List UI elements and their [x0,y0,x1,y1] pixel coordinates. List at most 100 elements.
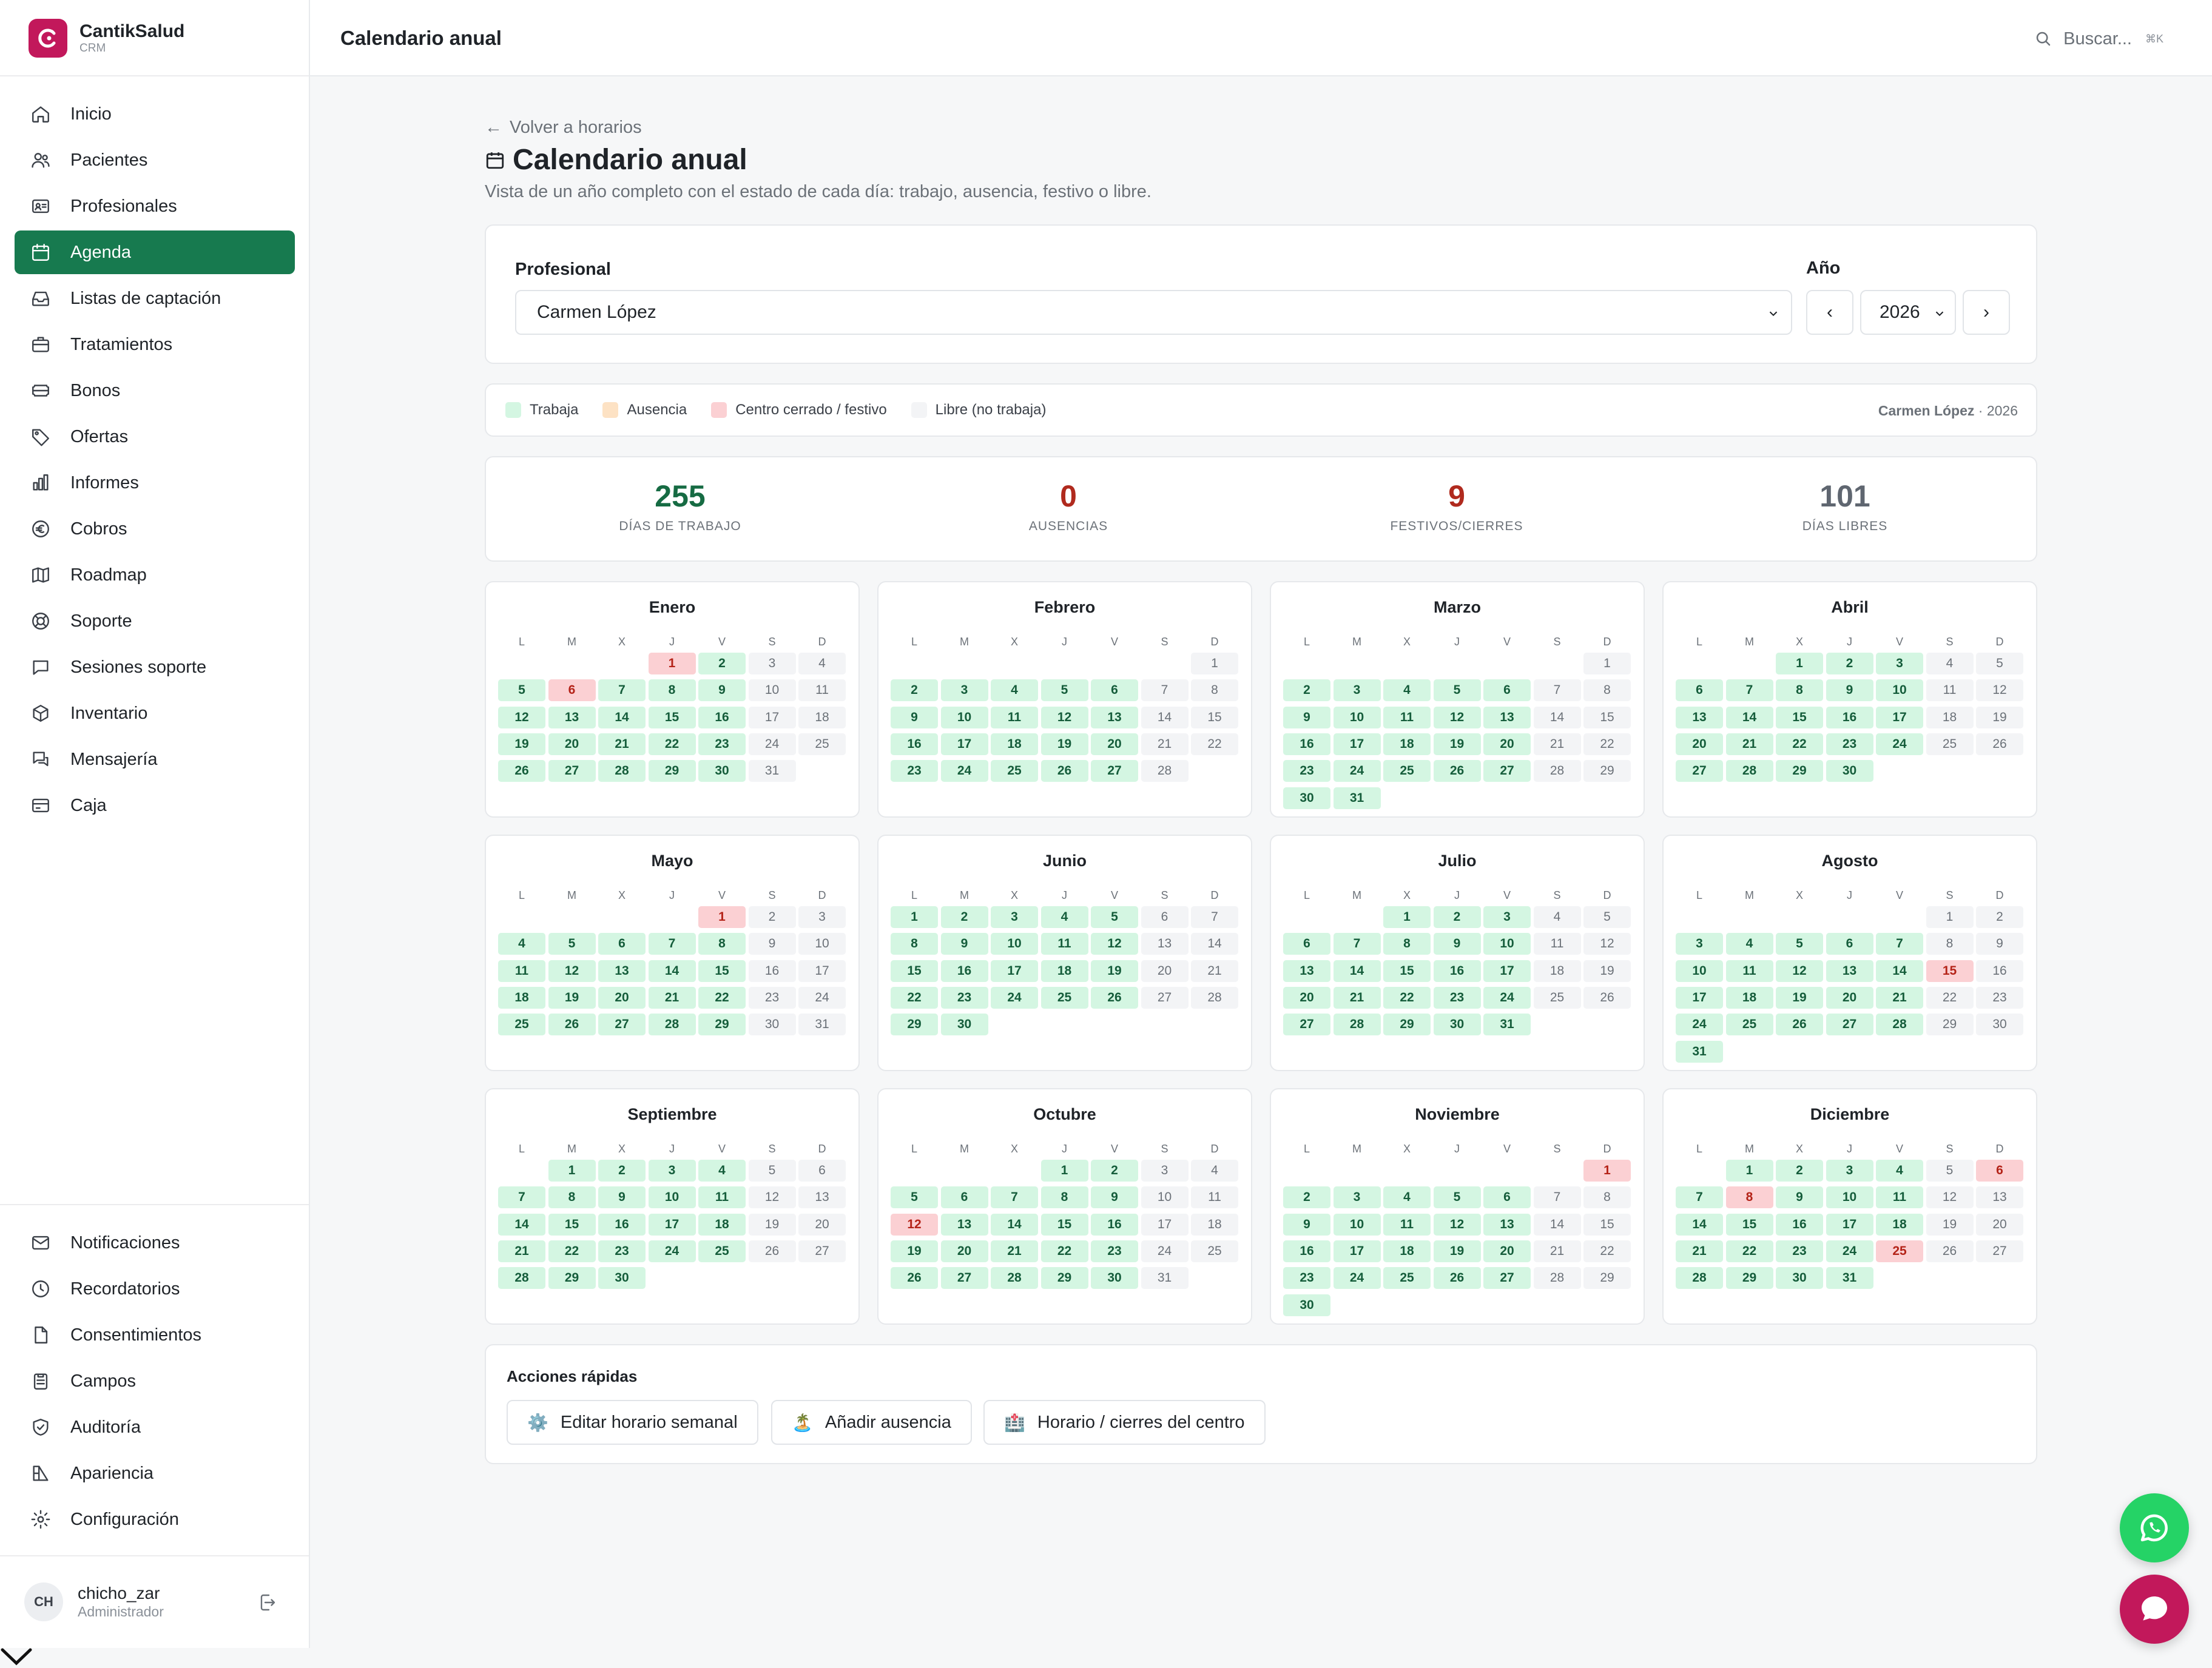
calendar-day[interactable]: 30 [1976,1014,2023,1036]
calendar-day[interactable]: 23 [891,760,938,782]
calendar-day[interactable]: 6 [1976,1160,2023,1182]
calendar-day[interactable]: 8 [1725,1186,1773,1209]
calendar-day[interactable]: 10 [991,933,1038,955]
calendar-day[interactable]: 15 [1725,1213,1773,1236]
sidebar-item-inicio[interactable]: Inicio [15,92,295,136]
calendar-day[interactable]: 15 [1583,1213,1631,1236]
calendar-day[interactable]: 11 [991,706,1038,728]
calendar-day[interactable]: 17 [1876,706,1923,728]
calendar-day[interactable]: 19 [1433,733,1481,755]
whatsapp-button[interactable] [2120,1493,2189,1562]
calendar-day[interactable]: 5 [1433,679,1481,702]
calendar-day[interactable]: 30 [1283,787,1330,809]
sidebar-item-apariencia[interactable]: Apariencia [15,1451,295,1495]
calendar-day[interactable]: 15 [698,960,746,982]
calendar-day[interactable]: 1 [1383,906,1431,928]
calendar-day[interactable]: 5 [1091,906,1138,928]
calendar-day[interactable]: 19 [1776,986,1823,1009]
calendar-day[interactable]: 23 [1091,1240,1138,1262]
calendar-day[interactable]: 18 [991,733,1038,755]
calendar-day[interactable]: 29 [891,1014,938,1036]
calendar-day[interactable]: 18 [698,1213,746,1236]
calendar-day[interactable]: 17 [1826,1213,1873,1236]
calendar-day[interactable]: 25 [698,1240,746,1262]
calendar-day[interactable]: 25 [1383,1267,1431,1290]
calendar-day[interactable]: 22 [1583,1240,1631,1262]
calendar-day[interactable]: 28 [1191,986,1238,1009]
calendar-day[interactable]: 26 [548,1014,596,1036]
calendar-day[interactable]: 29 [1583,760,1631,782]
calendar-day[interactable]: 26 [1926,1240,1974,1262]
calendar-day[interactable]: 20 [1483,1240,1531,1262]
calendar-day[interactable]: 7 [598,679,646,702]
calendar-day[interactable]: 2 [698,653,746,674]
sidebar-item-listas-de-captación[interactable]: Listas de captación [15,277,295,320]
chevron-down-icon[interactable] [0,1645,33,1667]
calendar-day[interactable]: 8 [1583,679,1631,702]
calendar-day[interactable]: 19 [548,986,596,1009]
calendar-day[interactable]: 28 [648,1014,696,1036]
calendar-day[interactable]: 27 [940,1267,988,1290]
calendar-day[interactable]: 22 [548,1240,596,1262]
calendar-day[interactable]: 29 [1383,1014,1431,1036]
calendar-day[interactable]: 10 [648,1186,696,1209]
calendar-day[interactable]: 18 [1383,1240,1431,1262]
calendar-day[interactable]: 15 [1583,706,1631,728]
calendar-day[interactable]: 21 [1876,986,1923,1009]
calendar-day[interactable]: 25 [498,1014,545,1036]
calendar-day[interactable]: 2 [1776,1160,1823,1182]
calendar-day[interactable]: 12 [1776,960,1823,982]
calendar-day[interactable]: 7 [1725,679,1773,702]
calendar-day[interactable]: 22 [1776,733,1823,755]
calendar-day[interactable]: 12 [748,1186,796,1209]
calendar-day[interactable]: 14 [1191,933,1238,955]
calendar-day[interactable]: 11 [798,679,846,702]
calendar-day[interactable]: 27 [1141,986,1189,1009]
calendar-day[interactable]: 19 [1926,1213,1974,1236]
calendar-day[interactable]: 13 [598,960,646,982]
calendar-day[interactable]: 22 [1926,986,1974,1009]
calendar-day[interactable]: 11 [1926,679,1974,702]
calendar-day[interactable]: 3 [1876,653,1923,674]
calendar-day[interactable]: 26 [1583,986,1631,1009]
calendar-day[interactable]: 5 [748,1160,796,1182]
calendar-day[interactable]: 12 [1926,1186,1974,1209]
calendar-day[interactable]: 13 [548,706,596,728]
calendar-day[interactable]: 2 [1976,906,2023,928]
calendar-day[interactable]: 23 [1433,986,1481,1009]
calendar-day[interactable]: 6 [940,1186,988,1209]
calendar-day[interactable]: 16 [1976,960,2023,982]
calendar-day[interactable]: 31 [748,760,796,782]
calendar-day[interactable]: 1 [648,653,696,674]
calendar-day[interactable]: 24 [1483,986,1531,1009]
calendar-day[interactable]: 3 [1676,933,1723,955]
calendar-day[interactable]: 5 [1040,679,1088,702]
calendar-day[interactable]: 13 [1483,1213,1531,1236]
calendar-day[interactable]: 7 [991,1186,1038,1209]
calendar-day[interactable]: 15 [1040,1213,1088,1236]
previous-year-button[interactable]: ‹ [1806,290,1853,335]
calendar-day[interactable]: 4 [1383,679,1431,702]
calendar-day[interactable]: 7 [498,1186,545,1209]
calendar-day[interactable]: 18 [1040,960,1088,982]
calendar-day[interactable]: 23 [698,733,746,755]
calendar-day[interactable]: 1 [1776,653,1823,674]
calendar-day[interactable]: 30 [598,1267,646,1290]
calendar-day[interactable]: 3 [748,653,796,674]
calendar-day[interactable]: 10 [1333,706,1381,728]
calendar-day[interactable]: 12 [1091,933,1138,955]
calendar-day[interactable]: 30 [940,1014,988,1036]
calendar-day[interactable]: 30 [1091,1267,1138,1290]
calendar-day[interactable]: 11 [498,960,545,982]
calendar-day[interactable]: 20 [598,986,646,1009]
calendar-day[interactable]: 11 [698,1186,746,1209]
calendar-day[interactable]: 28 [991,1267,1038,1290]
calendar-day[interactable]: 7 [648,933,696,955]
calendar-day[interactable]: 30 [1776,1267,1823,1290]
calendar-day[interactable]: 8 [891,933,938,955]
calendar-day[interactable]: 2 [748,906,796,928]
calendar-day[interactable]: 15 [1926,960,1974,982]
calendar-day[interactable]: 23 [1976,986,2023,1009]
calendar-day[interactable]: 5 [1433,1186,1481,1209]
calendar-day[interactable]: 13 [1091,706,1138,728]
